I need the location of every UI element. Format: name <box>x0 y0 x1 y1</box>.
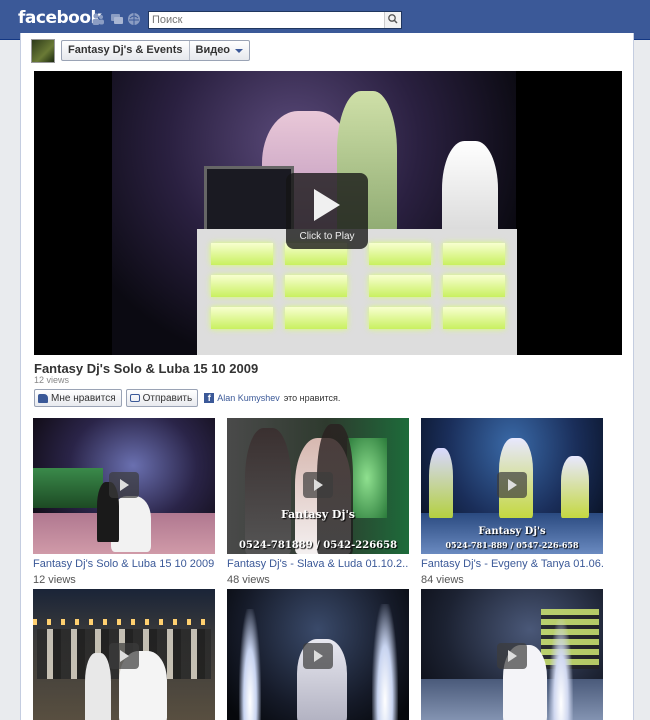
action-bar: Мне нравится Отправить f Alan Kumyshev э… <box>34 389 340 407</box>
play-icon <box>303 472 333 498</box>
video-card-title[interactable]: Fantasy Dj's Solo & Luba 15 10 2009 <box>33 558 215 571</box>
video-card-title[interactable]: Fantasy Dj's - Evgeny & Tanya 01.06... <box>421 558 603 571</box>
content-panel: Fantasy Dj's & Events Видео Click to Pla… <box>20 33 634 720</box>
play-icon <box>497 472 527 498</box>
video-card[interactable]: Fantasy Dj's Solo & Luba 15 10 2009 12 v… <box>33 418 215 586</box>
facebook-icon: f <box>204 393 215 403</box>
video-card-views: 84 views <box>421 574 464 586</box>
play-label: Click to Play <box>299 231 355 242</box>
search-input[interactable] <box>152 13 377 27</box>
video-thumbnail[interactable]: Fantasy Dj's 0524-781889 / 0542-226658 <box>227 418 409 554</box>
search-icon <box>388 14 398 24</box>
video-title: Fantasy Dj's Solo & Luba 15 10 2009 <box>34 361 259 376</box>
send-button[interactable]: Отправить <box>125 389 199 407</box>
video-card[interactable] <box>227 589 409 720</box>
play-icon <box>109 643 139 669</box>
video-thumbnail[interactable] <box>227 589 409 720</box>
video-thumbnail[interactable] <box>421 589 603 720</box>
send-icon <box>129 394 140 402</box>
play-icon <box>303 643 333 669</box>
search-box <box>148 11 402 29</box>
messages-icon[interactable] <box>110 12 124 26</box>
video-thumbnail[interactable] <box>33 589 215 720</box>
play-icon <box>109 472 139 498</box>
search-button[interactable] <box>384 12 401 28</box>
section-label: Видео <box>195 44 231 56</box>
video-watermark: Fantasy Dj's <box>280 508 356 521</box>
video-watermark-phone: 0524-781-889 / 0547-226-658 <box>445 540 579 550</box>
video-card-views: 12 views <box>33 574 76 586</box>
video-watermark-phone: 0524-781889 / 0542-226658 <box>238 540 398 551</box>
video-views: 12 views <box>34 375 70 385</box>
video-watermark: Fantasy Dj's <box>478 526 546 537</box>
video-card[interactable]: Fantasy Dj's 0524-781889 / 0542-226658 F… <box>227 418 409 586</box>
video-card-title[interactable]: Fantasy Dj's - Slava & Luda 01.10.2... <box>227 558 409 571</box>
liker-link[interactable]: Alan Kumyshev <box>217 393 280 403</box>
video-thumbnail[interactable] <box>33 418 215 554</box>
likes-text: это нравится. <box>283 393 341 403</box>
video-card[interactable]: Fantasy Dj's 0524-781-889 / 0547-226-658… <box>421 418 603 586</box>
play-icon <box>497 643 527 669</box>
section-dropdown[interactable]: Видео <box>190 41 250 60</box>
video-thumbnail[interactable]: Fantasy Dj's 0524-781-889 / 0547-226-658 <box>421 418 603 554</box>
like-button[interactable]: Мне нравится <box>34 389 122 407</box>
like-label: Мне нравится <box>51 392 116 404</box>
thumbs-up-icon <box>38 393 48 403</box>
play-icon <box>314 189 340 221</box>
video-player[interactable]: Click to Play <box>34 71 622 355</box>
notifications-icon[interactable] <box>127 12 141 26</box>
video-card-views: 48 views <box>227 574 270 586</box>
friends-icon[interactable] <box>91 12 105 26</box>
chevron-down-icon <box>235 48 244 53</box>
play-button[interactable]: Click to Play <box>286 173 368 249</box>
video-card[interactable] <box>33 589 215 720</box>
page-avatar[interactable] <box>31 39 55 63</box>
video-card[interactable] <box>421 589 603 720</box>
breadcrumb: Fantasy Dj's & Events Видео <box>61 40 251 61</box>
send-label: Отправить <box>142 392 193 404</box>
page-name-link[interactable]: Fantasy Dj's & Events <box>62 41 190 60</box>
facebook-logo[interactable]: facebook <box>18 8 102 28</box>
